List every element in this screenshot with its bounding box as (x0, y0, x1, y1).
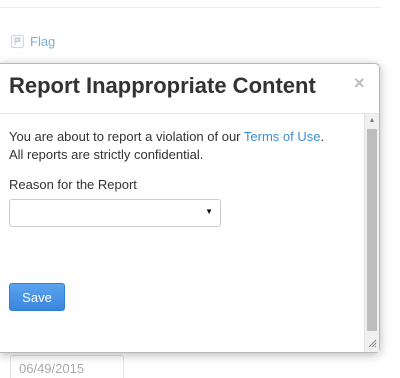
report-dialog: Report Inappropriate Content × You are a… (0, 63, 380, 353)
close-icon[interactable]: × (354, 73, 365, 93)
flag-link[interactable]: Flag (10, 34, 55, 49)
flag-label: Flag (30, 34, 56, 49)
reason-label: Reason for the Report (9, 177, 137, 192)
dialog-body: You are about to report a violation of o… (0, 114, 364, 352)
intro-text-start: You are about to report a violation of o… (9, 129, 244, 144)
page: Flag 06/49/2015 Report Inappropriate Con… (0, 0, 400, 378)
intro-text-end: . (320, 129, 325, 144)
dialog-title: Report Inappropriate Content (9, 73, 316, 98)
confidential-note: All reports are strictly confidential. (9, 147, 204, 162)
terms-of-use-link[interactable]: Terms of Use (244, 129, 321, 144)
date-field[interactable]: 06/49/2015 (10, 355, 124, 378)
dialog-header: Report Inappropriate Content × (0, 64, 379, 114)
save-button[interactable]: Save (9, 283, 65, 311)
scroll-thumb[interactable] (367, 129, 377, 331)
chevron-down-icon: ▼ (205, 207, 213, 216)
scroll-up-arrow-icon[interactable]: ▲ (365, 114, 379, 128)
flag-icon (10, 34, 25, 49)
intro-text: You are about to report a violation of o… (9, 128, 359, 164)
reason-select[interactable]: ▼ (9, 199, 221, 227)
dialog-scrollbar[interactable]: ▲ (364, 114, 379, 352)
background-right-edge (381, 0, 400, 378)
background-divider (0, 7, 400, 8)
resize-grip-icon[interactable] (368, 339, 377, 348)
